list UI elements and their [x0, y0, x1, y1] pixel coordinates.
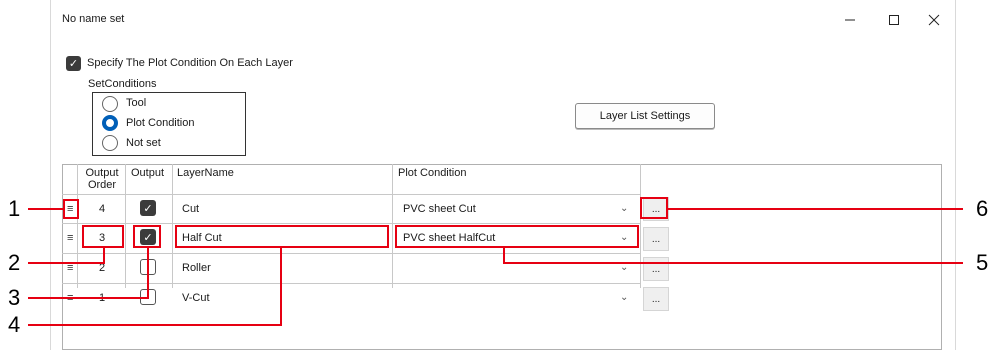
callout-line-1 — [28, 208, 63, 210]
row-plot-condition-select[interactable]: PVC sheet Cut — [403, 203, 476, 215]
grid-divider — [62, 194, 640, 195]
highlight-plot-condition — [395, 225, 639, 248]
highlight-output-order — [82, 225, 124, 248]
header-plot-condition: Plot Condition — [398, 167, 467, 179]
callout-line-3 — [28, 297, 149, 299]
row-more-button[interactable]: ... — [643, 287, 669, 311]
radio-tool-label: Tool — [126, 97, 147, 109]
callout-number-4: 4 — [8, 312, 21, 337]
layer-grid — [62, 164, 942, 350]
header-output: Output — [131, 167, 165, 179]
minimize-icon[interactable] — [828, 6, 872, 34]
layer-list-settings-button[interactable]: Layer List Settings — [575, 103, 715, 129]
callout-line-2 — [103, 247, 105, 263]
row-more-button[interactable]: ... — [643, 227, 669, 251]
row-more-button[interactable]: ... — [643, 257, 669, 281]
row-layer-name: V-Cut — [182, 292, 210, 304]
callout-line-5 — [503, 262, 963, 264]
grid-divider — [640, 164, 641, 288]
grid-divider — [125, 164, 126, 288]
checkmark-icon: ✓ — [68, 58, 79, 70]
grid-divider — [77, 164, 78, 288]
radio-plot-condition-label: Plot Condition — [126, 117, 195, 129]
callout-line-4 — [280, 247, 282, 326]
callout-line-5 — [503, 247, 505, 263]
header-output-order-line1: Output — [85, 167, 119, 179]
close-icon[interactable] — [912, 6, 956, 34]
header-layer-name: LayerName — [177, 167, 234, 179]
radio-not-set-label: Not set — [126, 137, 161, 149]
radio-tool[interactable] — [102, 96, 118, 112]
row-order: 4 — [99, 203, 106, 215]
highlight-drag-handle — [63, 199, 79, 219]
specify-plot-condition-label: Specify The Plot Condition On Each Layer — [87, 57, 293, 69]
grid-divider — [172, 164, 173, 288]
checkmark-icon: ✓ — [143, 202, 153, 215]
row-output-checkbox[interactable]: ✓ — [140, 200, 156, 216]
callout-number-2: 2 — [8, 250, 21, 275]
row-drag-handle-icon[interactable]: ≡ — [67, 232, 73, 244]
maximize-icon[interactable] — [872, 6, 916, 34]
chevron-down-icon[interactable]: ⌄ — [620, 292, 628, 303]
radio-plot-condition[interactable] — [102, 115, 118, 131]
grid-divider — [392, 164, 393, 288]
highlight-layer-name — [175, 225, 389, 248]
set-conditions-label: SetConditions — [88, 78, 157, 90]
window-title: No name set — [62, 13, 125, 25]
callout-line-4 — [28, 324, 282, 326]
radio-not-set[interactable] — [102, 135, 118, 151]
highlight-output-checkbox — [133, 225, 161, 248]
callout-number-3: 3 — [8, 285, 21, 310]
callout-line-3 — [147, 247, 149, 298]
grid-divider — [62, 223, 640, 224]
callout-line-2 — [28, 262, 105, 264]
specify-plot-condition-checkbox[interactable]: ✓ — [66, 56, 81, 71]
callout-number-5: 5 — [976, 250, 989, 275]
callout-line-6 — [668, 208, 963, 210]
callout-number-6: 6 — [976, 196, 989, 221]
highlight-more-button — [640, 197, 668, 219]
header-output-order: Output Order — [84, 167, 120, 191]
row-layer-name: Cut — [182, 203, 200, 215]
callout-number-1: 1 — [8, 196, 21, 221]
header-output-order-line2: Order — [87, 179, 117, 191]
row-layer-name: Roller — [182, 262, 211, 274]
chevron-down-icon[interactable]: ⌄ — [620, 203, 628, 214]
